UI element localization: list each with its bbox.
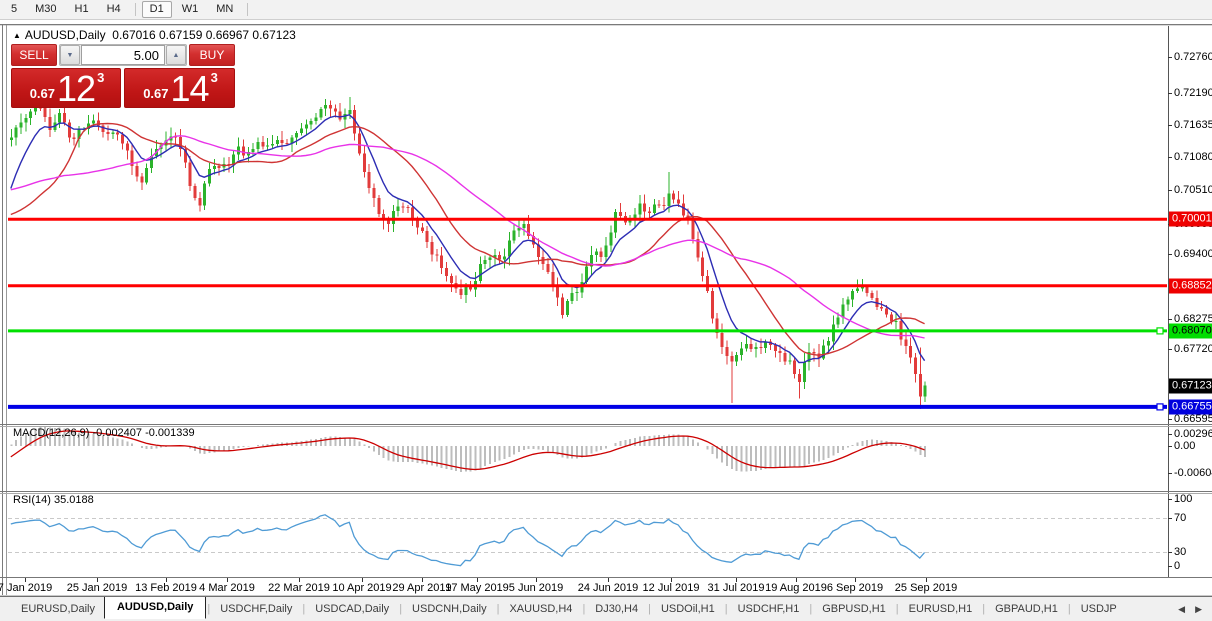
buy-price-big-digits: 14 [171, 72, 209, 106]
date-tick-label: 13 Feb 2019 [135, 582, 197, 594]
one-click-trading-panel: SELL ▼ 5.00 ▲ BUY 0.67 12 3 0.67 14 3 [11, 44, 235, 108]
timeframe-button-MN[interactable]: MN [208, 1, 241, 18]
axis-tick-marks [26, 58, 1173, 583]
date-tick-label: 12 Jul 2019 [643, 582, 700, 594]
price-badge-0.67123: 0.67123 [1169, 379, 1212, 394]
rsi-indicator [8, 515, 1167, 566]
date-tick-label: 10 Apr 2019 [332, 582, 391, 594]
window-borders [0, 25, 1212, 596]
chart-tab-EURUSD-Daily[interactable]: EURUSD,Daily [12, 600, 104, 618]
collapse-triangle-icon[interactable]: ▲ [13, 31, 21, 40]
indicator-axis-tick: 100 [1174, 493, 1192, 505]
chart-tab-DJ30-H4[interactable]: DJ30,H4 [586, 600, 647, 618]
chart-tabs: EURUSD,DailyAUDUSD,Daily|USDCHF,Daily|US… [0, 597, 1126, 621]
date-tick-label: 7 Jan 2019 [0, 582, 52, 594]
chart-tab-AUDUSD-Daily[interactable]: AUDUSD,Daily [104, 596, 206, 619]
sell-button[interactable]: SELL [11, 44, 57, 66]
timeframe-buttons: 5M30H1H4 D1W1MN [0, 1, 253, 18]
chart-tab-XAUUSD-H4[interactable]: XAUUSD,H4 [500, 600, 581, 618]
indicator-axis-tick: 70 [1174, 512, 1186, 524]
sell-price-pip-sup: 3 [97, 70, 104, 85]
mt4-terminal: { "toolbar": { "timeframes": ["5","M30",… [0, 0, 1212, 621]
tabs-scroll-right-icon[interactable]: ▶ [1195, 604, 1202, 615]
buy-price-button[interactable]: 0.67 14 3 [124, 68, 235, 108]
hline-handle[interactable] [1157, 328, 1163, 334]
moving-averages [11, 115, 925, 363]
date-tick-label: 29 Apr 2019 [392, 582, 451, 594]
date-tick-label: 25 Jan 2019 [67, 582, 128, 594]
price-badge-0.68070: 0.68070 [1169, 324, 1212, 339]
price-badge-0.68852: 0.68852 [1169, 279, 1212, 294]
chart-tab-GBPUSD-H1[interactable]: GBPUSD,H1 [813, 600, 895, 618]
date-tick-label: 19 Aug 2019 [765, 582, 827, 594]
indicator-axis-tick: 0 [1174, 560, 1180, 572]
timeframe-button-D1[interactable]: D1 [142, 1, 172, 18]
hline-handle[interactable] [1157, 404, 1163, 410]
toolbar-separator [135, 3, 136, 16]
price-axis-tick: 0.71635 [1174, 119, 1212, 131]
horizontal-object-lines[interactable] [8, 219, 1167, 410]
rsi-label: RSI(14) 35.0188 [13, 494, 94, 506]
chart-tab-USDCHF-Daily[interactable]: USDCHF,Daily [211, 600, 301, 618]
date-tick-label: 25 Sep 2019 [895, 582, 957, 594]
timeframe-button-H4[interactable]: H4 [99, 1, 129, 18]
sell-price-big-digits: 12 [57, 72, 95, 106]
price-axis-tick: 0.66595 [1174, 413, 1212, 425]
price-badge-0.70001: 0.70001 [1169, 212, 1212, 227]
indicator-axis-tick: -0.006047 [1174, 467, 1212, 479]
chart-tab-GBPAUD-H1[interactable]: GBPAUD,H1 [986, 600, 1067, 618]
price-axis-tick: 0.70510 [1174, 184, 1212, 196]
date-tick-label: 24 Jun 2019 [578, 582, 639, 594]
chart-title: ▲ AUDUSD,Daily 0.67016 0.67159 0.66967 0.… [13, 28, 296, 42]
volume-input[interactable]: 5.00 [81, 45, 165, 65]
price-axis-tick: 0.67720 [1174, 343, 1212, 355]
chart-tab-bar: EURUSD,DailyAUDUSD,Daily|USDCHF,Daily|US… [0, 596, 1212, 621]
timeframe-button-M30[interactable]: M30 [27, 1, 64, 18]
chart-tab-USDOil-H1[interactable]: USDOil,H1 [652, 600, 724, 618]
buy-button[interactable]: BUY [189, 44, 235, 66]
toolbar-separator [247, 3, 248, 16]
trade-prices-row: 0.67 12 3 0.67 14 3 [11, 68, 235, 108]
volume-decrease-button[interactable]: ▼ [60, 45, 80, 65]
chart-tab-USDJP[interactable]: USDJP [1072, 600, 1126, 618]
candles [10, 97, 927, 409]
timeframe-button-W1[interactable]: W1 [174, 1, 207, 18]
chart-tab-USDCAD-Daily[interactable]: USDCAD,Daily [306, 600, 398, 618]
volume-increase-button[interactable]: ▲ [166, 45, 186, 65]
chart-tab-USDCNH-Daily[interactable]: USDCNH,Daily [403, 600, 496, 618]
date-tick-label: 5 Jun 2019 [509, 582, 563, 594]
indicator-axis-tick: 0.00 [1174, 440, 1195, 452]
buy-price-pip-sup: 3 [211, 70, 218, 85]
price-axis-tick: 0.72190 [1174, 87, 1212, 99]
timeframe-toolbar: 5M30H1H4 D1W1MN [0, 0, 1212, 20]
price-axis-tick: 0.72760 [1174, 51, 1212, 63]
indicator-axis-tick: 30 [1174, 546, 1186, 558]
price-badge-0.66755: 0.66755 [1169, 400, 1212, 415]
date-tick-label: 22 Mar 2019 [268, 582, 330, 594]
buy-price-base: 0.67 [143, 86, 168, 101]
price-axis-tick: 0.69400 [1174, 248, 1212, 260]
chart-tab-EURUSD-H1[interactable]: EURUSD,H1 [900, 600, 982, 618]
date-tick-label: 6 Sep 2019 [827, 582, 883, 594]
sell-price-button[interactable]: 0.67 12 3 [11, 68, 121, 108]
timeframe-button-H1[interactable]: H1 [67, 1, 97, 18]
date-tick-label: 17 May 2019 [445, 582, 509, 594]
trade-controls-row: SELL ▼ 5.00 ▲ BUY [11, 44, 235, 66]
macd-label: MACD(12,26,9) -0.002407 -0.001339 [13, 427, 195, 439]
date-tick-label: 4 Mar 2019 [199, 582, 255, 594]
chart-tab-USDCHF-H1[interactable]: USDCHF,H1 [729, 600, 809, 618]
tabs-scroll-left-icon[interactable]: ◀ [1178, 604, 1185, 615]
sell-price-base: 0.67 [30, 86, 55, 101]
chart-ohlc-values: 0.67016 0.67159 0.66967 0.67123 [112, 28, 296, 42]
timeframe-button-5[interactable]: 5 [3, 1, 25, 18]
indicator-axis-tick: 0.002968 [1174, 428, 1212, 440]
price-axis-tick: 0.71080 [1174, 151, 1212, 163]
chart-symbol-period: AUDUSD,Daily [25, 28, 106, 42]
tab-navigation: ◀ ▶ [1168, 604, 1212, 615]
volume-spinner: ▼ 5.00 ▲ [59, 44, 187, 66]
date-tick-label: 31 Jul 2019 [708, 582, 765, 594]
